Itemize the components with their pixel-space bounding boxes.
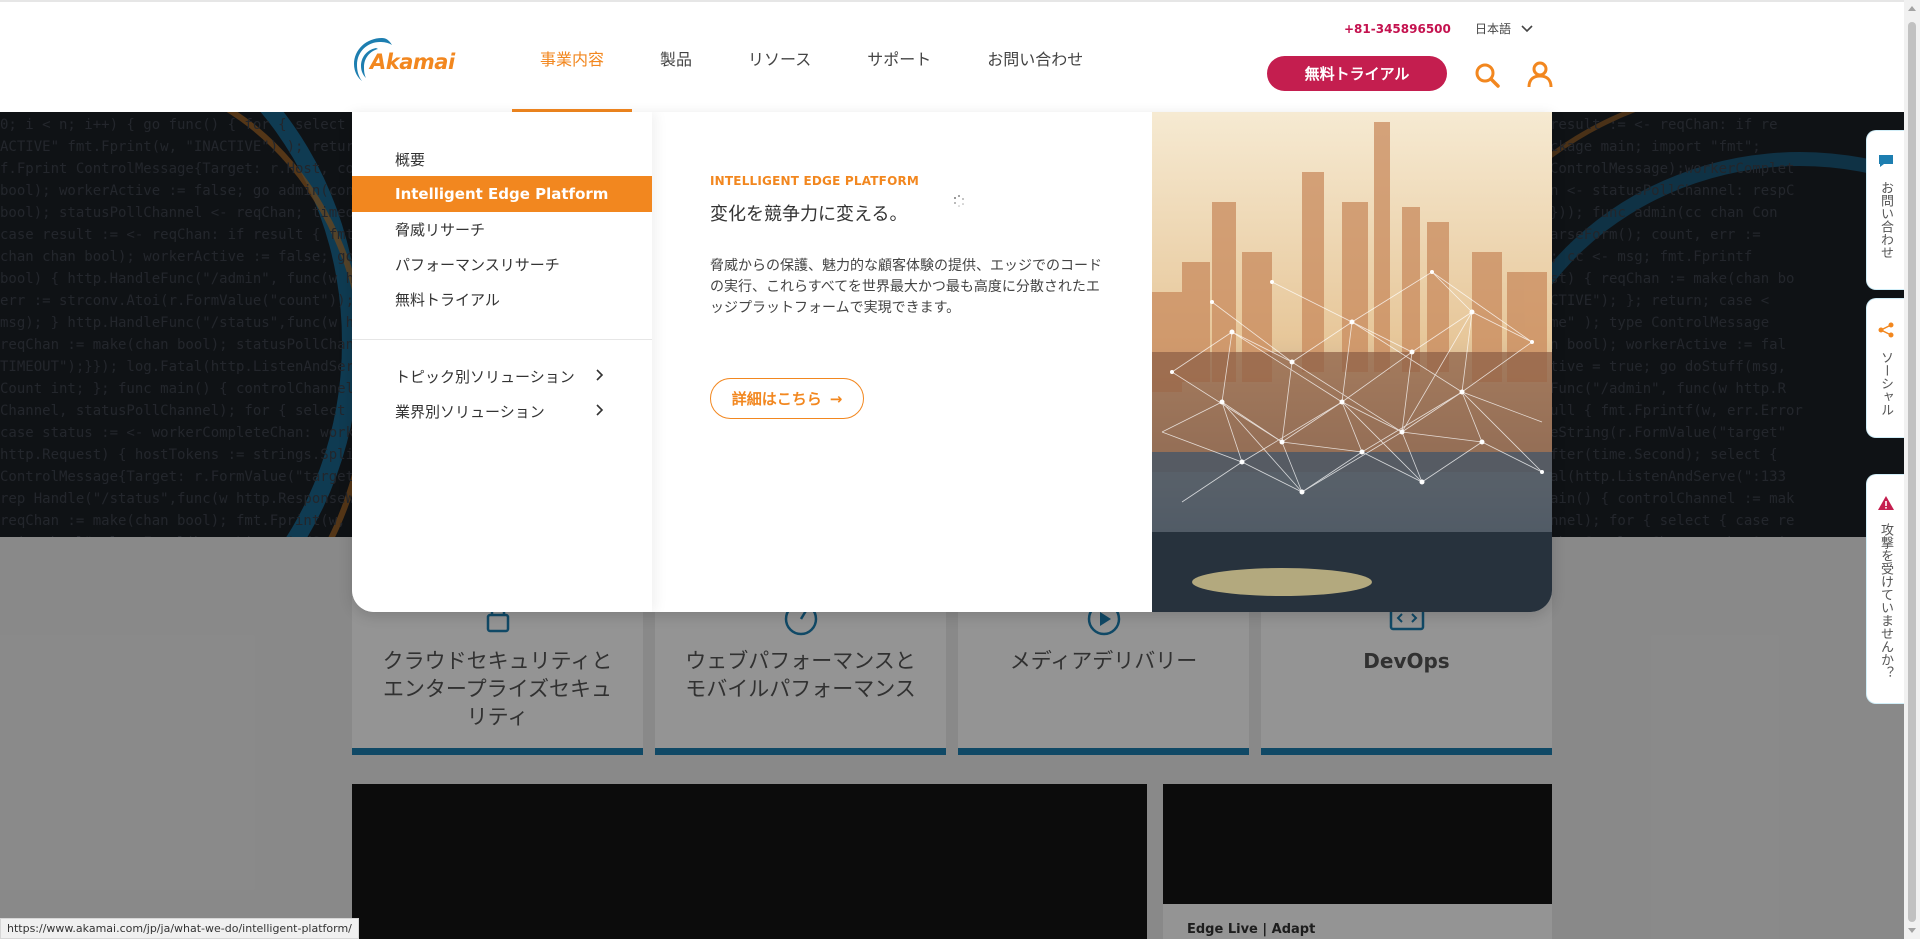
language-selector[interactable]: 日本語 xyxy=(1475,20,1533,37)
chevron-down-icon xyxy=(1521,24,1533,32)
menu-item-label: 概要 xyxy=(395,150,426,169)
search-icon[interactable] xyxy=(1474,62,1500,88)
nav-label: 製品 xyxy=(660,50,693,69)
nav-products[interactable]: 製品 xyxy=(632,2,720,114)
side-tab-label: お問い合わせ xyxy=(1878,181,1893,259)
menu-item-intelligent-edge-platform[interactable]: Intelligent Edge Platform xyxy=(352,176,652,212)
akamai-logo[interactable]: Akamai xyxy=(352,34,462,82)
free-trial-button[interactable]: 無料トライアル xyxy=(1267,56,1447,91)
content-heading: 変化を競争力に変える。 xyxy=(710,204,908,225)
menu-item-free-trial[interactable]: 無料トライアル xyxy=(352,281,652,317)
scroll-down-icon[interactable] xyxy=(1908,928,1916,933)
nav-what-we-do[interactable]: 事業内容 xyxy=(512,2,633,114)
user-icon[interactable] xyxy=(1526,60,1554,88)
menu-item-label: パフォーマンスリサーチ xyxy=(395,255,560,274)
menu-item-performance-research[interactable]: パフォーマンスリサーチ xyxy=(352,246,652,282)
main-nav: 事業内容 製品 リソース サポート お問い合わせ xyxy=(512,2,1111,114)
menu-item-label: Intelligent Edge Platform xyxy=(395,185,609,203)
site-header: Akamai 事業内容 製品 リソース サポート お問い合わせ +81-3458… xyxy=(0,0,1904,114)
learn-more-button[interactable]: 詳細はこちら → xyxy=(710,378,864,419)
menu-item-solutions-by-topic[interactable]: トピック別ソリューション xyxy=(352,358,652,394)
chevron-right-icon xyxy=(596,404,604,416)
menu-item-label: トピック別ソリューション xyxy=(395,367,575,386)
nav-label: サポート xyxy=(867,50,932,69)
menu-item-label: 業界別ソリューション xyxy=(395,402,545,421)
nav-label: 事業内容 xyxy=(540,50,605,69)
nav-support[interactable]: サポート xyxy=(839,2,959,114)
mega-menu-sidebar: 概要 Intelligent Edge Platform 脅威リサーチ パフォー… xyxy=(352,112,652,612)
nav-label: お問い合わせ xyxy=(987,50,1084,69)
side-tab-label: ソーシャル xyxy=(1878,351,1893,416)
side-tab-social[interactable]: ソーシャル xyxy=(1866,298,1904,438)
mega-menu-content: INTELLIGENT EDGE PLATFORM 変化を競争力に変える。 脅威… xyxy=(652,112,1152,612)
nav-resources[interactable]: リソース xyxy=(720,2,839,114)
page-scrollbar[interactable] xyxy=(1904,0,1920,939)
nav-label: リソース xyxy=(748,50,812,69)
loading-spinner-icon xyxy=(954,195,964,207)
warning-icon xyxy=(1877,496,1894,510)
arrow-right-icon: → xyxy=(829,389,843,408)
city-network-image xyxy=(1152,112,1552,612)
chat-icon xyxy=(1878,155,1893,167)
language-label: 日本語 xyxy=(1475,22,1512,36)
status-bar-url: https://www.akamai.com/jp/ja/what-we-do/… xyxy=(0,918,359,939)
learn-more-label: 詳細はこちら xyxy=(731,390,822,408)
menu-item-label: 脅威リサーチ xyxy=(395,220,486,239)
nav-contact[interactable]: お問い合わせ xyxy=(959,2,1111,114)
menu-item-threat-research[interactable]: 脅威リサーチ xyxy=(352,211,652,247)
chevron-right-icon xyxy=(596,369,604,381)
side-tab-label: 攻撃を受けていませんか？ xyxy=(1878,523,1893,679)
content-eyebrow: INTELLIGENT EDGE PLATFORM xyxy=(710,174,920,188)
logo-text: Akamai xyxy=(370,50,455,74)
share-icon xyxy=(1878,322,1893,338)
content-description: 脅威からの保護、魅力的な顧客体験の提供、エッジでのコードの実行、これらすべてを世… xyxy=(710,258,1102,316)
menu-item-label: 無料トライアル xyxy=(395,290,500,309)
side-tab-contact[interactable]: お問い合わせ xyxy=(1866,130,1904,290)
scrollbar-thumb[interactable] xyxy=(1908,22,1916,922)
phone-link[interactable]: +81-345896500 xyxy=(1344,22,1451,36)
menu-divider xyxy=(352,339,652,340)
menu-item-solutions-by-industry[interactable]: 業界別ソリューション xyxy=(352,393,652,429)
side-tab-under-attack[interactable]: 攻撃を受けていませんか？ xyxy=(1866,474,1904,704)
mega-menu: 概要 Intelligent Edge Platform 脅威リサーチ パフォー… xyxy=(352,112,1552,612)
scroll-up-icon[interactable] xyxy=(1908,6,1916,11)
menu-item-overview[interactable]: 概要 xyxy=(352,141,652,177)
